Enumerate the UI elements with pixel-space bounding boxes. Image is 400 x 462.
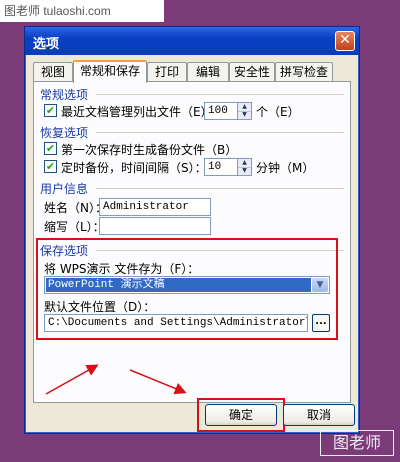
arrow-to-ok (129, 369, 187, 395)
annotation-arrows (45, 364, 187, 395)
arrow-to-save-options (45, 364, 99, 395)
watermark-bottom: 图老师 (320, 430, 394, 456)
tab-general-save[interactable]: 常规和保存 (73, 60, 147, 83)
